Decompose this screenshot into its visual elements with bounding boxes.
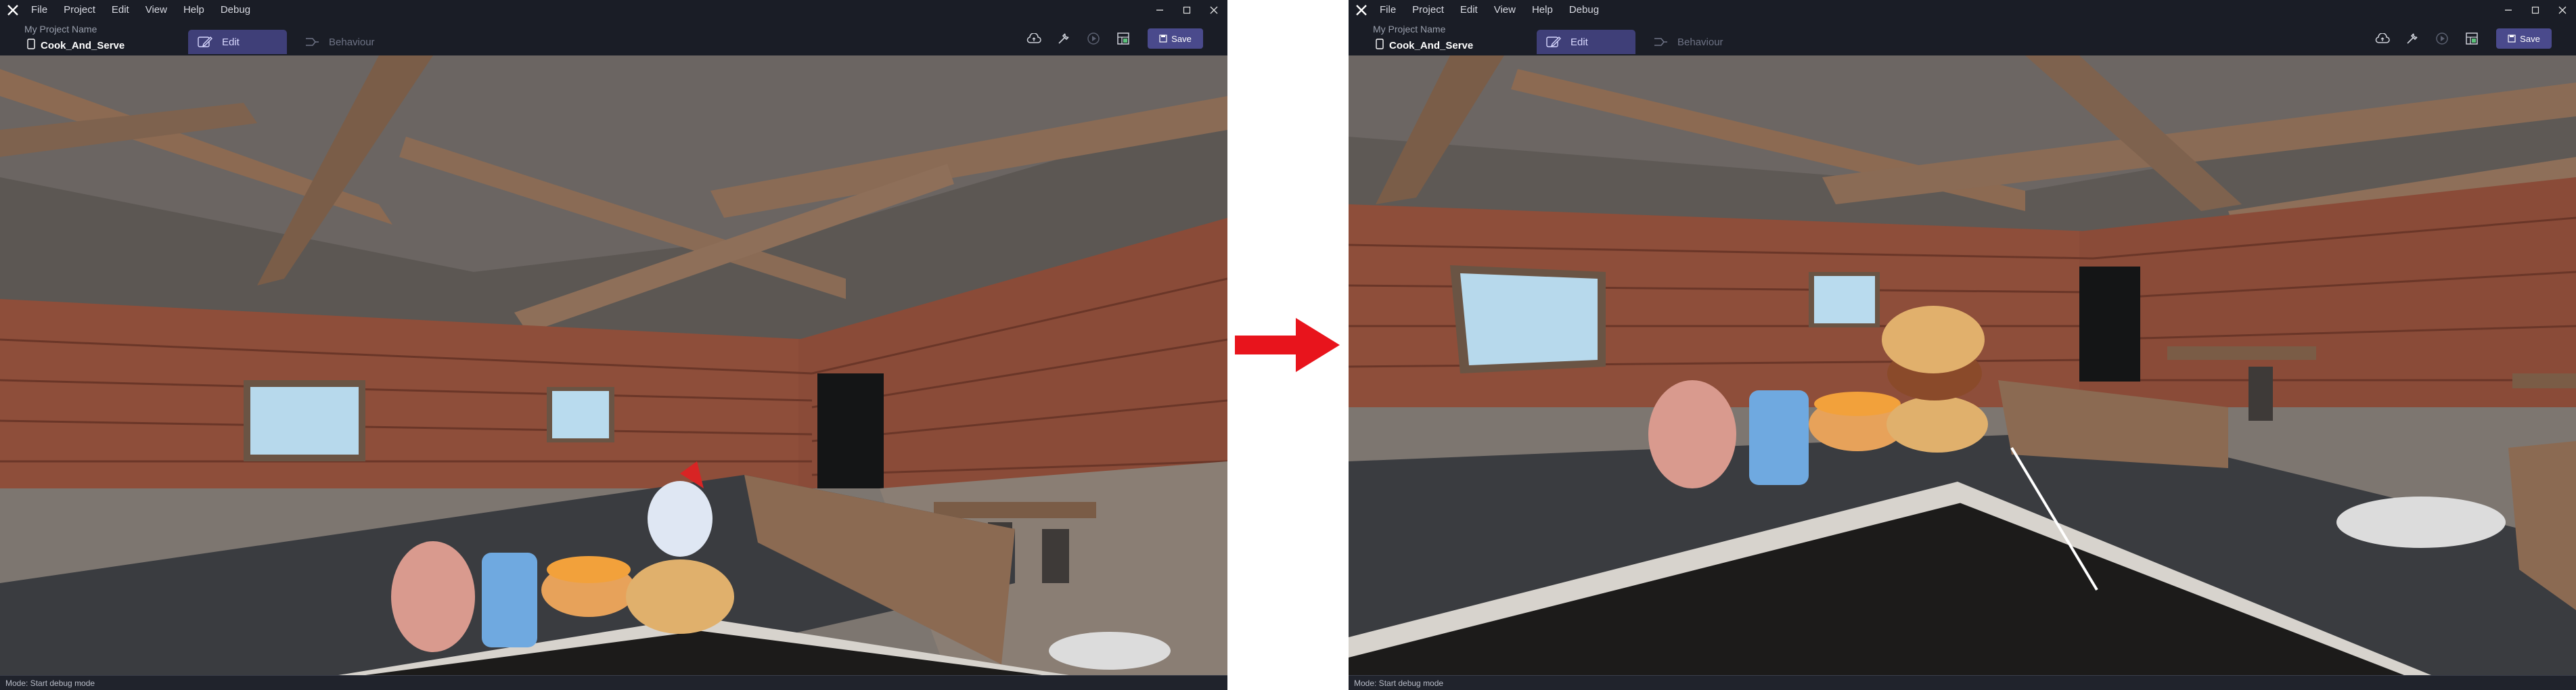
menu-view[interactable]: View — [137, 0, 175, 20]
tab-edit[interactable]: Edit — [1537, 30, 1635, 54]
menu-project[interactable]: Project — [55, 0, 104, 20]
tab-behaviour[interactable]: Behaviour — [295, 30, 390, 54]
cloud-icon[interactable] — [1019, 27, 1049, 50]
chicken — [648, 481, 713, 557]
cloud-icon[interactable] — [2368, 27, 2397, 50]
behaviour-flow-icon — [304, 36, 319, 48]
chair — [1042, 529, 1069, 583]
tab-behaviour-label: Behaviour — [1677, 36, 1723, 48]
toolbar: Save — [1019, 27, 1203, 50]
document-icon — [1376, 39, 1384, 52]
save-label: Save — [2520, 33, 2540, 44]
wrench-icon[interactable] — [2397, 27, 2427, 50]
bun-top — [1882, 306, 1985, 373]
scene-name: Cook_And_Serve — [41, 39, 125, 51]
minimize-icon[interactable] — [2495, 0, 2522, 20]
grid-icon[interactable] — [2457, 27, 2487, 50]
egg — [391, 541, 475, 652]
minimize-icon[interactable] — [1146, 0, 1173, 20]
door — [817, 373, 884, 502]
tab-edit[interactable]: Edit — [188, 30, 287, 54]
editor-window-after: File Project Edit View Help Debug My Pro… — [1349, 0, 2576, 690]
status-bar: Mode: Start debug mode — [1349, 675, 2576, 690]
tab-behaviour-label: Behaviour — [329, 36, 375, 48]
app-logo-icon — [1351, 0, 1372, 20]
play-icon[interactable] — [2427, 27, 2457, 50]
table — [2512, 373, 2576, 388]
project-name: My Project Name — [24, 24, 97, 34]
tab-behaviour[interactable]: Behaviour — [1644, 30, 1738, 54]
blue-cup — [482, 553, 537, 647]
maximize-icon[interactable] — [1173, 0, 1200, 20]
menu-view[interactable]: View — [1486, 0, 1524, 20]
plate — [1049, 632, 1171, 670]
toolbar: Save — [2368, 27, 2552, 50]
door — [2079, 267, 2140, 382]
save-button[interactable]: Save — [1148, 28, 1203, 49]
wrench-icon[interactable] — [1049, 27, 1079, 50]
close-icon[interactable] — [2549, 0, 2576, 20]
save-icon — [1159, 34, 1167, 43]
project-bar: My Project Name Cook_And_Serve Edit Beha… — [0, 20, 1227, 55]
grid-icon[interactable] — [1108, 27, 1138, 50]
app-logo-icon — [3, 0, 23, 20]
menu-bar: File Project Edit View Help Debug — [23, 0, 258, 20]
save-button[interactable]: Save — [2496, 28, 2552, 49]
menu-debug[interactable]: Debug — [212, 0, 258, 20]
scene-selector[interactable]: Cook_And_Serve — [1376, 39, 1473, 52]
egg — [1648, 380, 1736, 488]
tab-edit-label: Edit — [222, 36, 240, 48]
project-name: My Project Name — [1373, 24, 1446, 34]
save-label: Save — [1171, 33, 1192, 44]
menu-file[interactable]: File — [1372, 0, 1404, 20]
menu-edit[interactable]: Edit — [104, 0, 137, 20]
status-bar: Mode: Start debug mode — [0, 675, 1227, 690]
transition-arrow-icon — [1235, 318, 1340, 372]
menu-file[interactable]: File — [23, 0, 55, 20]
blue-cup — [1749, 390, 1809, 485]
behaviour-flow-icon — [1653, 36, 1668, 48]
editor-window-before: File Project Edit View Help Debug My Pro… — [0, 0, 1227, 690]
scene-selector[interactable]: Cook_And_Serve — [27, 39, 125, 52]
scene-viewport[interactable] — [0, 55, 1227, 675]
menu-help[interactable]: Help — [1524, 0, 1561, 20]
edit-pencil-icon — [1546, 36, 1561, 48]
edit-pencil-icon — [198, 36, 212, 48]
menu-edit[interactable]: Edit — [1452, 0, 1486, 20]
plate — [2336, 497, 2506, 548]
tab-edit-label: Edit — [1571, 36, 1588, 48]
play-icon[interactable] — [1079, 27, 1108, 50]
title-bar: File Project Edit View Help Debug — [1349, 0, 2576, 20]
window-controls — [2495, 0, 2576, 20]
table — [934, 502, 1096, 518]
save-icon — [2508, 34, 2516, 43]
table — [2167, 346, 2316, 360]
menu-bar: File Project Edit View Help Debug — [1372, 0, 1607, 20]
project-bar: My Project Name Cook_And_Serve Edit Beha… — [1349, 20, 2576, 55]
menu-project[interactable]: Project — [1404, 0, 1452, 20]
close-icon[interactable] — [1200, 0, 1227, 20]
menu-debug[interactable]: Debug — [1561, 0, 1607, 20]
title-bar: File Project Edit View Help Debug — [0, 0, 1227, 20]
scene-name: Cook_And_Serve — [1389, 39, 1474, 51]
maximize-icon[interactable] — [2522, 0, 2549, 20]
window-controls — [1146, 0, 1227, 20]
document-icon — [27, 39, 35, 52]
scene-viewport[interactable] — [1349, 55, 2576, 675]
bun — [626, 559, 734, 634]
chair — [2249, 367, 2273, 421]
menu-help[interactable]: Help — [175, 0, 212, 20]
bun-bottom — [1886, 396, 1988, 453]
